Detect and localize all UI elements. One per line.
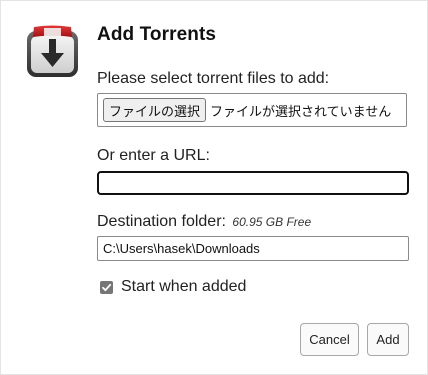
torrent-file-picker[interactable]: ファイルの選択 ファイルが選択されていません xyxy=(97,93,407,127)
url-label: Or enter a URL: xyxy=(97,147,210,164)
start-when-added-option[interactable]: Start when added xyxy=(100,278,246,296)
url-input[interactable] xyxy=(97,171,409,195)
add-button[interactable]: Add xyxy=(367,323,409,356)
transmission-icon xyxy=(27,25,78,77)
add-torrents-dialog: Add Torrents Please select torrent files… xyxy=(0,0,428,375)
file-status-text: ファイルが選択されていません xyxy=(210,104,392,120)
torrent-files-label: Please select torrent files to add: xyxy=(97,70,330,87)
destination-folder-input[interactable] xyxy=(97,236,409,261)
start-when-added-checkbox[interactable] xyxy=(100,280,113,294)
dialog-title: Add Torrents xyxy=(97,24,217,45)
start-when-added-label: Start when added xyxy=(121,278,247,295)
cancel-button[interactable]: Cancel xyxy=(300,323,359,356)
checkmark-icon xyxy=(102,283,112,291)
free-space-text: 60.95 GB Free xyxy=(232,215,312,229)
destination-label: Destination folder: 60.95 GB Free xyxy=(97,213,311,231)
choose-file-button[interactable]: ファイルの選択 xyxy=(103,98,207,122)
destination-label-text: Destination folder: xyxy=(97,213,226,230)
